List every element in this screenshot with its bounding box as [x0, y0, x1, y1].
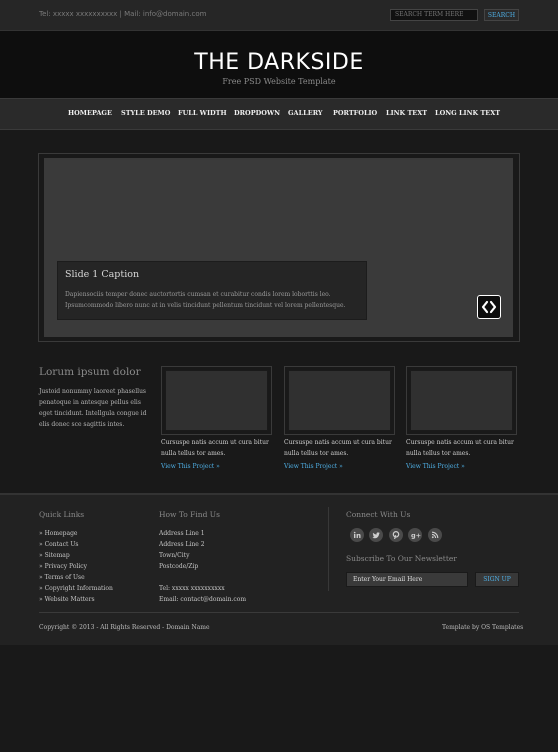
search-input[interactable] [390, 9, 478, 21]
linkedin-icon[interactable] [350, 528, 364, 542]
contact-info: Tel: xxxxx xxxxxxxxxx | Mail: info@domai… [39, 10, 207, 18]
quick-link[interactable]: » Homepage [39, 528, 113, 539]
project-description: Cursuspe natis accum ut cura bitur nulla… [406, 439, 514, 457]
quick-link[interactable]: » Copyright Information [39, 583, 113, 594]
site-tagline: Free PSD Website Template [222, 77, 336, 86]
address-line: Postcode/Zip [159, 563, 199, 570]
quick-link[interactable]: » Sitemap [39, 550, 113, 561]
quick-link[interactable]: » Terms of Use [39, 572, 113, 583]
project-link[interactable]: View This Project » [406, 463, 465, 470]
nav-item-full-width[interactable]: FULL WIDTH [178, 109, 227, 117]
project-thumbnail[interactable] [406, 366, 517, 435]
template-credit[interactable]: Template by OS Templates [442, 624, 523, 631]
footer-divider [328, 507, 329, 591]
newsletter-heading: Subscribe To Our Newsletter [346, 554, 457, 563]
nav-item-long-link-text[interactable]: LONG LINK TEXT [435, 109, 500, 117]
nav-item-portfolio[interactable]: PORTFOLIO [333, 109, 377, 117]
nav-item-homepage[interactable]: HOMEPAGE [68, 109, 112, 117]
quick-link[interactable]: » Privacy Policy [39, 561, 113, 572]
address-block: Address Line 1 Address Line 2 Town/City … [159, 528, 246, 605]
project-thumbnail[interactable] [284, 366, 395, 435]
google-plus-icon[interactable]: g+ [408, 528, 422, 542]
project-description: Cursuspe natis accum ut cura bitur nulla… [284, 439, 392, 457]
nav-item-gallery[interactable]: GALLERY [288, 109, 323, 117]
projects-heading: Lorum ipsum dolor [39, 366, 141, 378]
nav-item-dropdown[interactable]: DROPDOWN [234, 109, 280, 117]
slide-caption-title: Slide 1 Caption [65, 269, 140, 280]
quick-link[interactable]: » Website Matters [39, 594, 113, 605]
svg-text:g+: g+ [411, 532, 421, 540]
find-us-heading: How To Find Us [159, 510, 220, 519]
project-link[interactable]: View This Project » [284, 463, 343, 470]
newsletter-email-input[interactable]: Enter Your Email Here [346, 572, 468, 587]
newsletter-signup-button[interactable]: SIGN UP [475, 572, 519, 587]
footer-rule [39, 612, 519, 613]
projects-intro: Justoid nonummy laoreet phasellus penato… [39, 388, 147, 428]
project-description: Cursuspe natis accum ut cura bitur nulla… [161, 439, 269, 457]
quick-links-heading: Quick Links [39, 510, 85, 519]
connect-heading: Connect With Us [346, 510, 411, 519]
chevron-left-right-icon[interactable] [477, 295, 501, 319]
quick-link[interactable]: » Contact Us [39, 539, 113, 550]
quick-links-list: » Homepage » Contact Us » Sitemap » Priv… [39, 528, 113, 605]
footer-email[interactable]: Email: contact@domain.com [159, 594, 246, 605]
footer-tel: Tel: xxxxx xxxxxxxxxx [159, 585, 225, 592]
twitter-icon[interactable] [369, 528, 383, 542]
nav-item-style-demo[interactable]: STYLE DEMO [121, 109, 170, 117]
nav-item-link-text[interactable]: LINK TEXT [386, 109, 427, 117]
pinterest-icon[interactable] [389, 528, 403, 542]
copyright-text: Copyright © 2013 - All Rights Reserved -… [39, 624, 210, 631]
project-link[interactable]: View This Project » [161, 463, 220, 470]
rss-icon[interactable] [428, 528, 442, 542]
address-line: Town/City [159, 552, 190, 559]
slide-caption-text: Dapiensociis temper donec auctortortis c… [65, 291, 346, 309]
address-line: Address Line 2 [159, 541, 205, 548]
site-logo[interactable]: THE DARKSIDE [0, 50, 558, 75]
address-line: Address Line 1 [159, 530, 205, 537]
search-button[interactable]: SEARCH [484, 9, 519, 21]
project-thumbnail[interactable] [161, 366, 272, 435]
